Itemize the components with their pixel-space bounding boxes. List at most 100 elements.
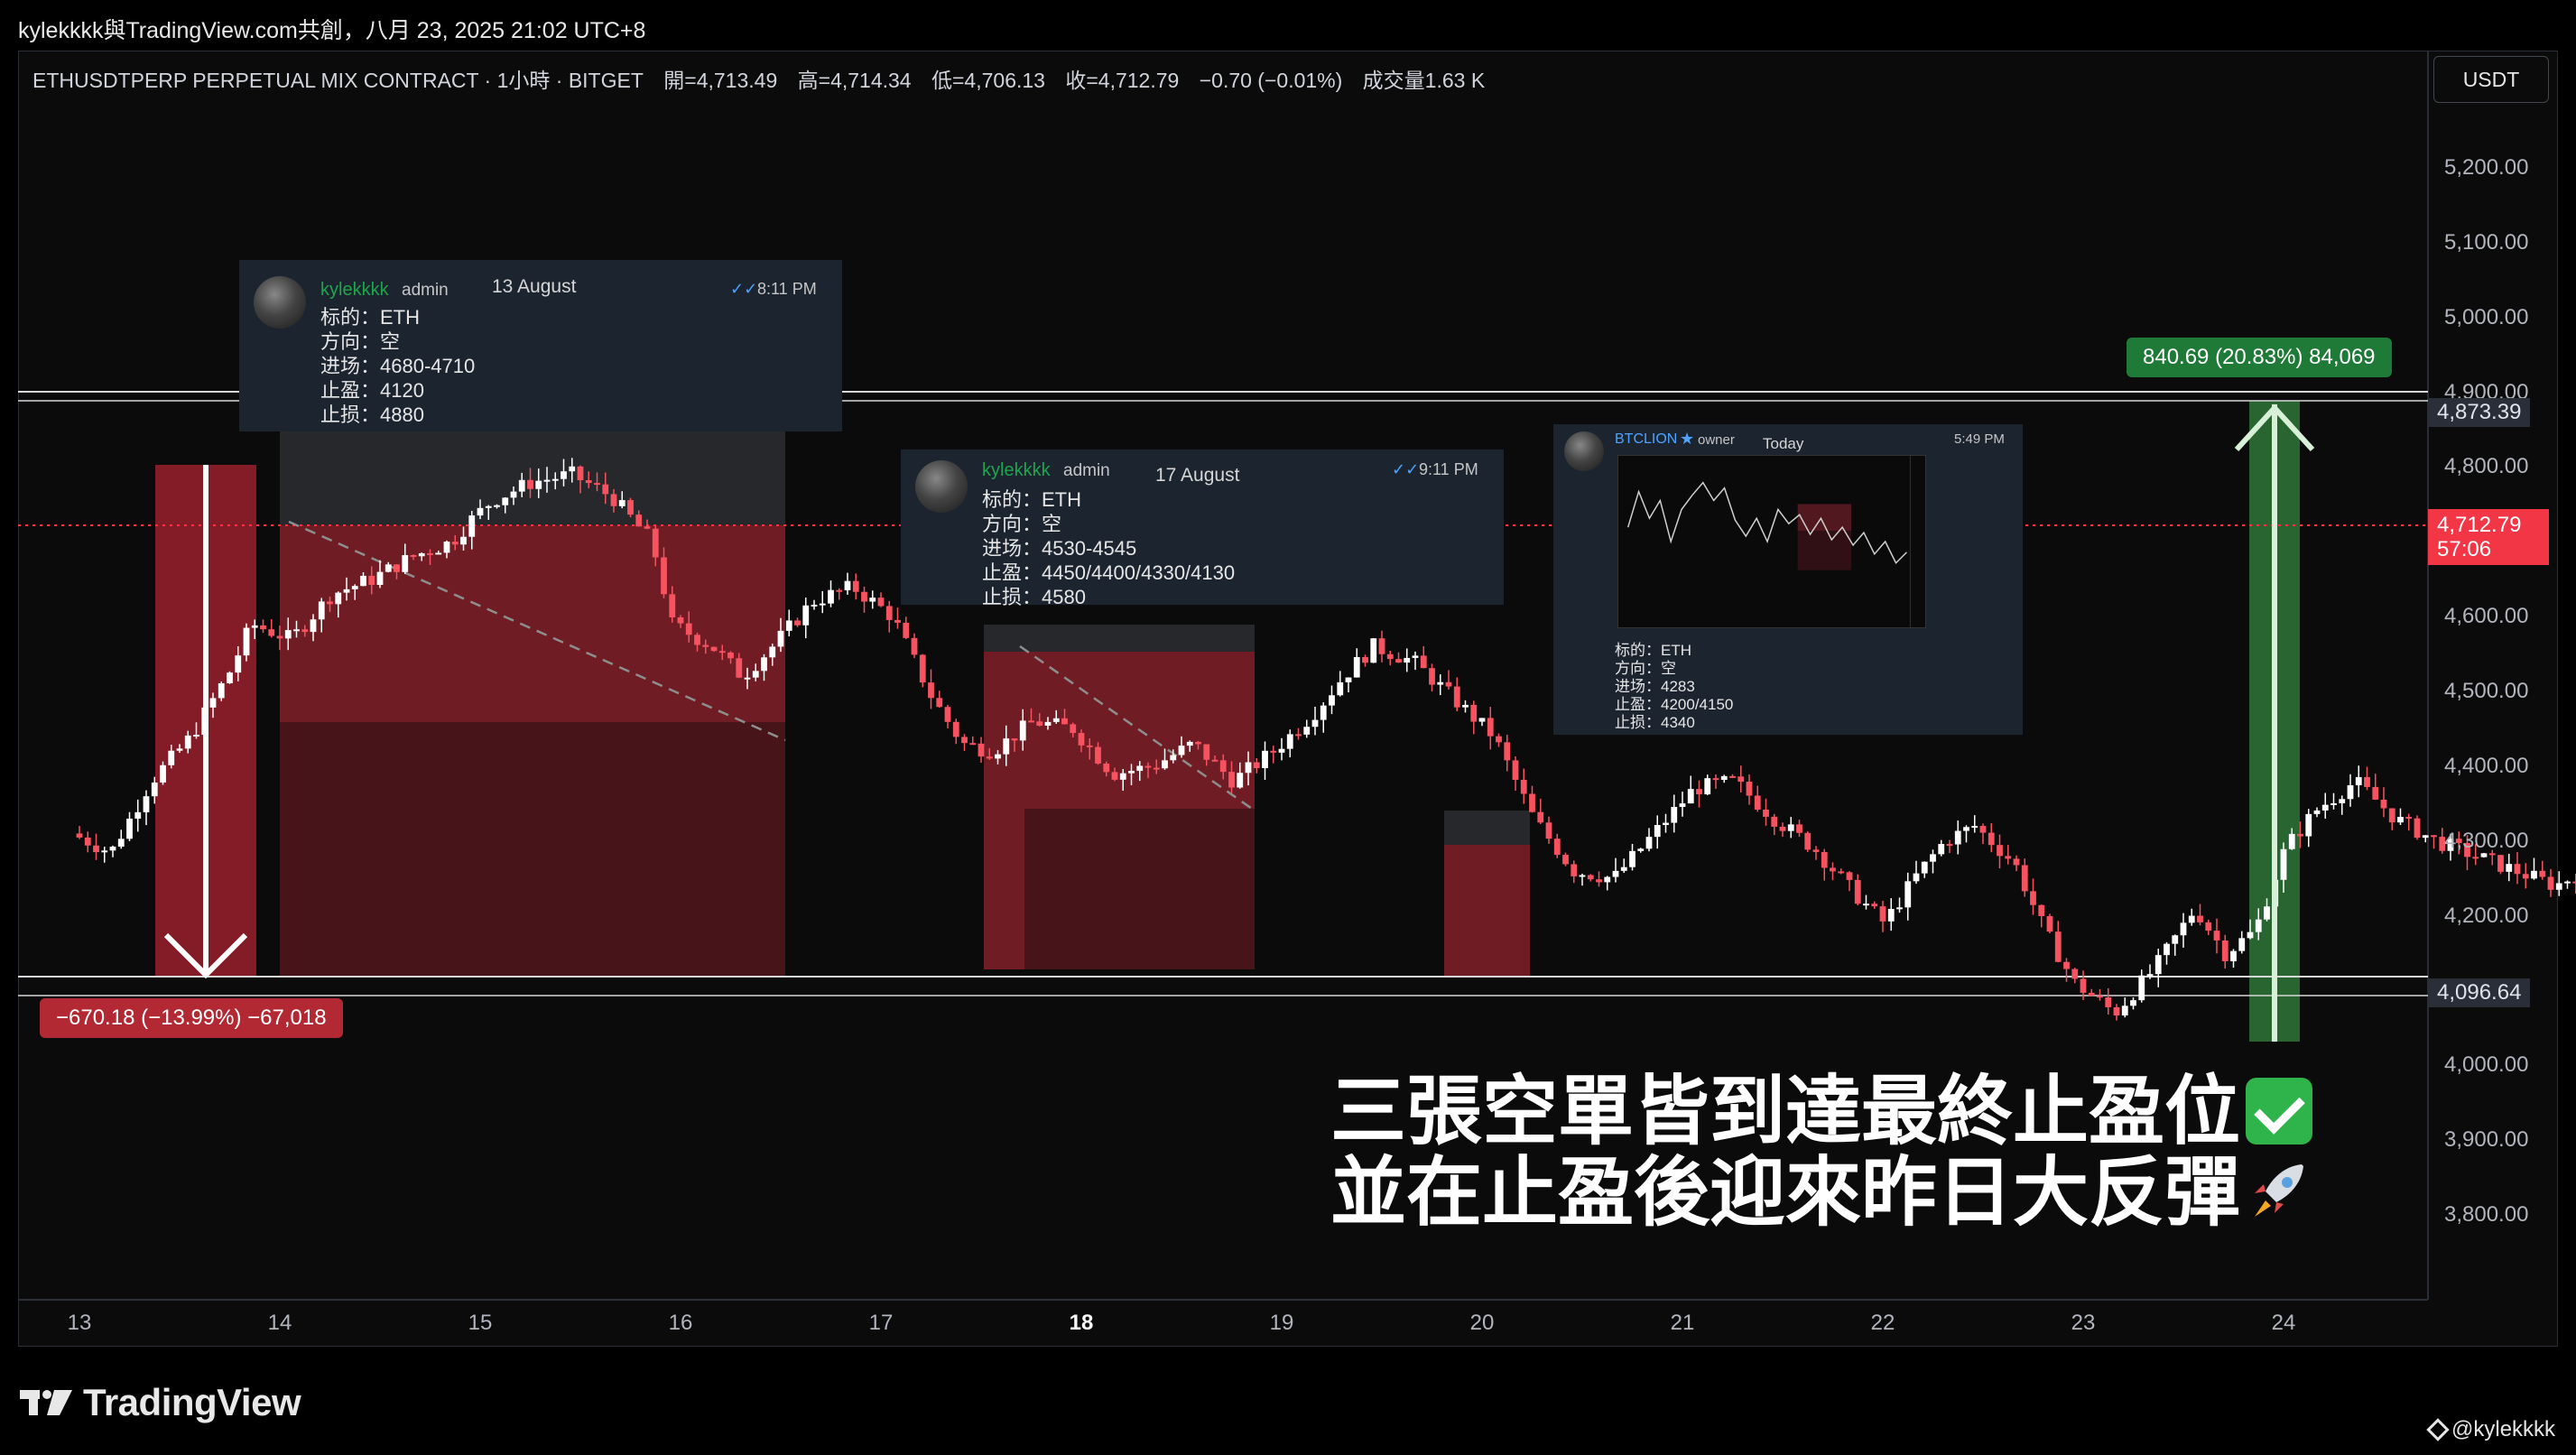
tradingview-logo[interactable]: TradingView bbox=[20, 1376, 301, 1430]
candle-body bbox=[494, 505, 500, 507]
candle-body bbox=[627, 500, 634, 515]
candle-body bbox=[1562, 855, 1569, 865]
candle-body bbox=[327, 601, 333, 605]
candle-body bbox=[1178, 746, 1185, 755]
candle-body bbox=[1019, 720, 1026, 741]
time-tick: 21 bbox=[1670, 1311, 1695, 1335]
candle-body bbox=[2547, 876, 2554, 890]
candle-body bbox=[1787, 824, 1794, 831]
candle-body bbox=[1645, 837, 1653, 849]
candle-body bbox=[1520, 779, 1527, 794]
time-tick: 19 bbox=[1269, 1311, 1294, 1335]
candle-body bbox=[1003, 738, 1010, 755]
candle-body bbox=[561, 471, 567, 479]
candle-body bbox=[1052, 718, 1060, 722]
candle-body bbox=[485, 505, 492, 508]
candle-body bbox=[718, 651, 726, 653]
candle-body bbox=[1754, 795, 1761, 810]
card-time: 5:49 PM bbox=[1954, 431, 2005, 447]
candle-body bbox=[2339, 799, 2346, 803]
candle-body bbox=[1529, 793, 1535, 812]
avatar bbox=[254, 276, 306, 329]
candle-body bbox=[1687, 789, 1694, 804]
candle-body bbox=[1195, 741, 1201, 745]
candle-body bbox=[1988, 832, 1995, 846]
symbol-title[interactable]: ETHUSDTPERP PERPETUAL MIX CONTRACT · 1小時… bbox=[32, 69, 644, 92]
candle-body bbox=[394, 564, 400, 572]
card-role: admin bbox=[402, 281, 449, 300]
candle-body bbox=[2414, 818, 2421, 839]
candle-body bbox=[1596, 879, 1602, 883]
price-tick: 3,900.00 bbox=[2444, 1127, 2529, 1153]
candle-body bbox=[435, 552, 442, 555]
candle-body bbox=[1144, 765, 1152, 768]
candle-body bbox=[1262, 750, 1268, 769]
caption-line-1: 三張空單皆到達最終止盈位 bbox=[1330, 1070, 2313, 1152]
candle-body bbox=[1671, 806, 1678, 823]
avatar bbox=[1564, 431, 1604, 471]
candle-body bbox=[2097, 996, 2103, 998]
candle-body bbox=[1879, 906, 1886, 922]
candle-body bbox=[1162, 760, 1168, 769]
card-role: admin bbox=[1063, 461, 1110, 480]
candle-body bbox=[109, 846, 116, 851]
candle-body bbox=[1771, 816, 1778, 827]
candle-body bbox=[2130, 1000, 2136, 1006]
candle-body bbox=[2146, 974, 2154, 977]
candle-body bbox=[1278, 748, 1285, 753]
candle-body bbox=[744, 677, 751, 680]
candle-body bbox=[602, 484, 609, 495]
candle-body bbox=[551, 478, 559, 481]
candle-body bbox=[1979, 826, 1987, 833]
candle-body bbox=[268, 629, 275, 636]
candle-body bbox=[1604, 876, 1611, 883]
candle-body bbox=[243, 627, 250, 656]
candle-body bbox=[2497, 855, 2504, 872]
candle-body bbox=[685, 623, 692, 635]
candle-body bbox=[1654, 825, 1661, 838]
candle-body bbox=[1295, 734, 1302, 737]
candle-body bbox=[1921, 861, 1928, 874]
price-tick: 3,800.00 bbox=[2444, 1202, 2529, 1227]
candle-body bbox=[2063, 961, 2070, 969]
candle-body bbox=[1930, 854, 1936, 862]
candle-body bbox=[1629, 850, 1635, 867]
candle-body bbox=[502, 497, 509, 505]
card-time: 9:11 PM bbox=[1419, 460, 1478, 478]
candle-body bbox=[1838, 871, 1845, 874]
time-tick: 17 bbox=[868, 1311, 894, 1335]
candle-body bbox=[351, 586, 358, 589]
candle-body bbox=[852, 580, 859, 592]
candle-body bbox=[2038, 904, 2045, 916]
candle-body bbox=[861, 591, 867, 602]
candle-body bbox=[318, 601, 325, 620]
short-zone-2-profit-dark bbox=[1024, 809, 1255, 969]
currency-button[interactable]: USDT bbox=[2433, 56, 2549, 103]
candle-body bbox=[2046, 915, 2053, 932]
candle-body bbox=[802, 605, 810, 626]
candle-body bbox=[1253, 762, 1260, 769]
candle-body bbox=[2205, 922, 2212, 931]
candle-body bbox=[936, 698, 943, 708]
signal-card-2: kylekkkk admin 17 August ✓✓ 9:11 PM 标的：E… bbox=[901, 449, 1504, 608]
candle-body bbox=[168, 750, 175, 765]
candle-body bbox=[443, 542, 450, 553]
measure-down-label: −670.18 (−13.99%) −67,018 bbox=[40, 998, 343, 1038]
card-date: Today bbox=[1763, 435, 1804, 452]
candle-body bbox=[227, 672, 233, 683]
candle-body bbox=[2030, 891, 2036, 905]
candle-body bbox=[1746, 782, 1753, 796]
candle-body bbox=[635, 514, 643, 527]
price-tick: 4,500.00 bbox=[2444, 679, 2529, 703]
candle-body bbox=[468, 515, 476, 537]
candle-body bbox=[134, 811, 142, 819]
candle-body bbox=[2555, 883, 2562, 890]
candle-body bbox=[2506, 864, 2513, 872]
candle-body bbox=[2230, 950, 2237, 961]
candle-body bbox=[1763, 809, 1769, 817]
candle-body bbox=[669, 594, 676, 617]
candle-body bbox=[1370, 638, 1377, 663]
price-tick: 4,800.00 bbox=[2444, 454, 2529, 479]
price-chart[interactable] bbox=[0, 0, 2576, 1455]
candle-body bbox=[402, 554, 409, 572]
